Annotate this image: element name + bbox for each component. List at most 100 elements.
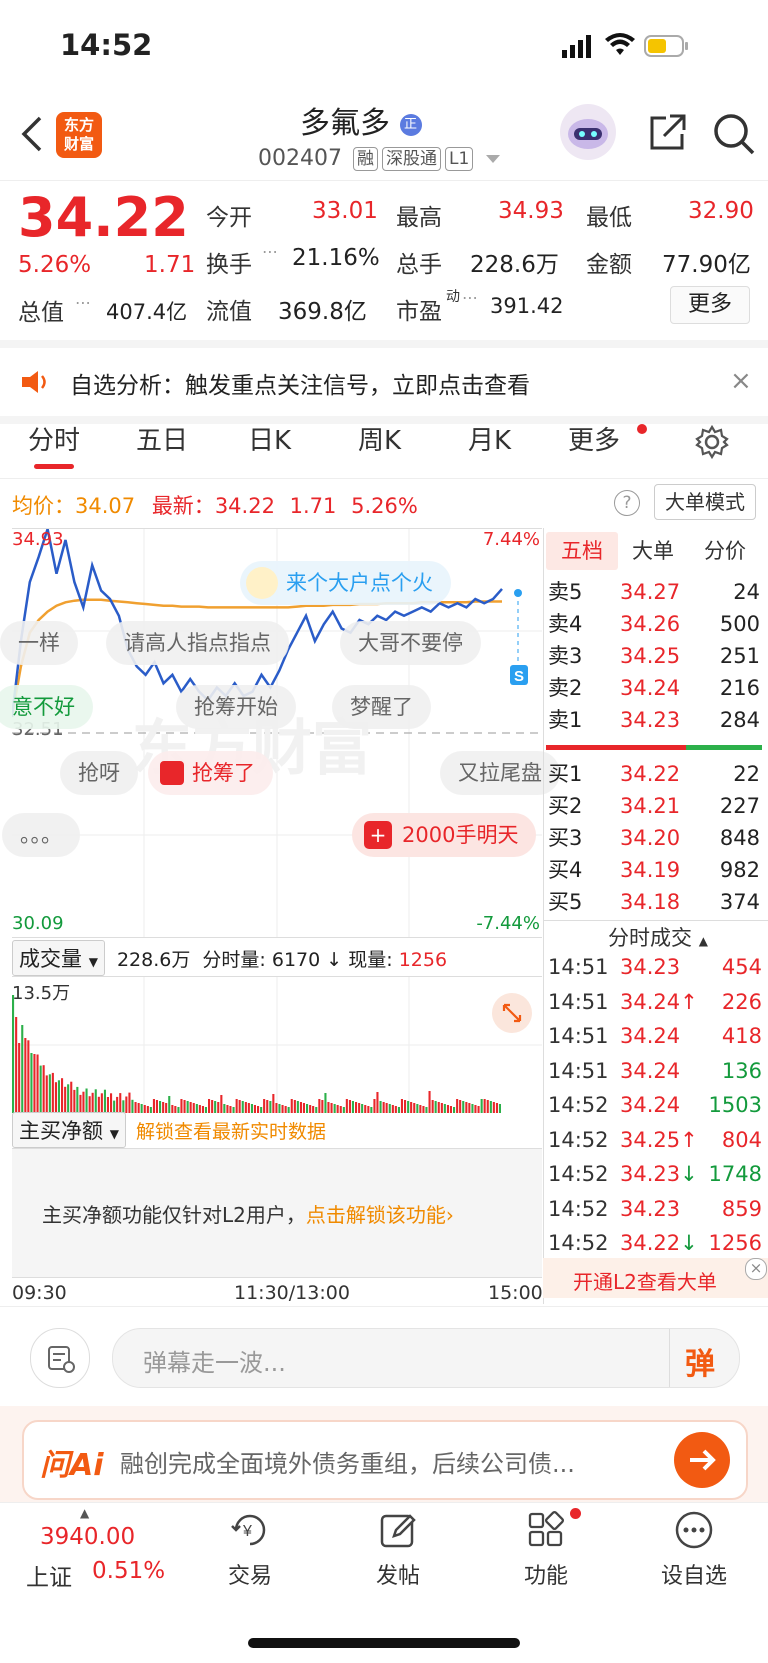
ask-volume: 216: [719, 676, 760, 700]
danmaku-bubble[interactable]: + 2000手明天: [352, 813, 537, 857]
trades-title-text: 分时成交: [608, 926, 692, 950]
ask-price: 34.25: [620, 644, 681, 668]
danmaku-bubble[interactable]: 抢呀: [60, 751, 138, 795]
index-pct: 0.51%: [92, 1558, 166, 1584]
volume-bar: [39, 1065, 42, 1113]
danmaku-bubble[interactable]: 请高人指点指点: [106, 621, 289, 665]
danmaku-input[interactable]: 弹幕走一波... 弹: [112, 1328, 740, 1388]
nav-trade[interactable]: ¥ 交易: [200, 1508, 300, 1590]
big-order-mode-button[interactable]: 大单模式: [654, 484, 756, 520]
info-icon[interactable]: ⋯: [462, 288, 478, 307]
caret-down-icon: ▼: [88, 955, 98, 969]
search-icon[interactable]: [712, 112, 756, 160]
trade-row: 14:51 34.24↑ 226: [548, 985, 762, 1019]
divider: [543, 920, 768, 921]
tab-more[interactable]: 更多: [568, 420, 620, 457]
expand-icon[interactable]: [492, 993, 532, 1033]
nav-post[interactable]: 发帖: [348, 1508, 448, 1590]
unlock-text[interactable]: 解锁查看最新实时数据: [136, 1121, 326, 1143]
danmaku-bubble[interactable]: 梦醒了: [332, 685, 431, 729]
volume-bar: [64, 1086, 67, 1113]
l2-banner-text: 开通L2查看大单: [573, 1270, 717, 1294]
orderbook-tab-big[interactable]: 大单: [632, 532, 674, 570]
share-icon[interactable]: [646, 112, 688, 158]
index-value: 3940.00: [40, 1524, 136, 1550]
ask-row[interactable]: 卖2 34.24 216: [548, 672, 760, 704]
volume-bar: [70, 1081, 73, 1113]
ai-bar[interactable]: 问Ai 融创完成全面境外债务重组，后续公司债...: [22, 1420, 748, 1500]
volume-selector[interactable]: 成交量 ▼: [12, 940, 105, 976]
caret-down-icon[interactable]: [486, 155, 501, 163]
ask-row[interactable]: 卖4 34.26 500: [548, 608, 760, 640]
pe-label: 市盈: [396, 299, 442, 325]
trade-price: 34.24: [620, 1088, 680, 1122]
l2-banner[interactable]: 开通L2查看大单 ×: [543, 1258, 768, 1298]
more-button[interactable]: 更多: [670, 286, 750, 324]
danmaku-bubble[interactable]: 大哥不要停: [340, 621, 481, 665]
danmaku-bubble[interactable]: 一样: [0, 621, 78, 665]
nav-add-watchlist[interactable]: 设自选: [644, 1508, 744, 1590]
volume-bar: [180, 1099, 183, 1113]
settings-icon[interactable]: [694, 424, 730, 464]
open-value: 33.01: [312, 198, 378, 224]
close-icon[interactable]: ×: [745, 1258, 767, 1280]
danmaku-bubble[interactable]: 抢筹开始: [176, 685, 296, 729]
danmaku-bubble[interactable]: 抢筹了: [148, 751, 273, 795]
nav-trade-label: 交易: [227, 1564, 272, 1589]
bid-row[interactable]: 买2 34.21 227: [548, 790, 760, 822]
stock-name: 多氟多: [300, 106, 390, 141]
volume-bar: [290, 1099, 293, 1113]
bid-row[interactable]: 买3 34.20 848: [548, 822, 760, 854]
danmaku-bubble[interactable]: 又拉尾盘: [440, 751, 560, 795]
more-circle-icon: [675, 1511, 713, 1549]
latest-label: 最新：: [151, 494, 215, 518]
info-icon[interactable]: ⋯: [262, 242, 278, 261]
net-buy-selector[interactable]: 主买净额 ▼: [12, 1112, 126, 1148]
danmaku-settings-icon[interactable]: [30, 1328, 90, 1388]
tab-monthly-k[interactable]: 月K: [468, 420, 511, 457]
net-buy-info-text: 主买净额功能仅针对L2用户，: [42, 1203, 306, 1227]
volume-chart[interactable]: 13.5万: [12, 976, 542, 1113]
info-icon[interactable]: ⋯: [75, 293, 91, 312]
tab-daily-k[interactable]: 日K: [248, 420, 291, 457]
danmaku-bubble[interactable]: 意不好: [0, 685, 93, 729]
tab-five-day[interactable]: 五日: [136, 420, 188, 457]
trades-title[interactable]: 分时成交 ▲: [608, 922, 708, 952]
close-icon[interactable]: ×: [730, 366, 752, 396]
trade-price: 34.23: [620, 1192, 680, 1226]
trade-volume: 1256: [708, 1231, 762, 1255]
ask-row[interactable]: 卖3 34.25 251: [548, 640, 760, 672]
bid-ask-ratio-bar: [546, 745, 762, 750]
send-danmaku-button[interactable]: 弹: [685, 1339, 715, 1383]
nav-function[interactable]: 功能: [496, 1508, 596, 1590]
unlock-link[interactable]: 点击解锁该功能: [306, 1203, 446, 1227]
bid-row[interactable]: 买1 34.22 22: [548, 758, 760, 790]
ask-row[interactable]: 卖5 34.27 24: [548, 576, 760, 608]
price-chart[interactable]: 东方财富 S 34.93 7.44% 32.51 30.09 -7.44% 来个…: [0, 528, 560, 938]
help-icon[interactable]: ?: [614, 490, 640, 516]
orderbook-tab-price[interactable]: 分价: [704, 532, 746, 570]
notice-bar[interactable]: 自选分析：触发重点关注信号，立即点击查看 ×: [0, 340, 768, 424]
arrow-right-icon[interactable]: [674, 1432, 730, 1488]
danmaku-bubble[interactable]: 。。。: [2, 813, 80, 857]
orderbook-tab-five[interactable]: 五档: [546, 532, 618, 570]
net-buy-panel: 主买净额功能仅针对L2用户，点击解锁该功能›: [12, 1148, 542, 1278]
index-ticker[interactable]: ▲ 3940.00 上证 0.51%: [22, 1506, 172, 1596]
notice-text[interactable]: 自选分析：触发重点关注信号，立即点击查看: [70, 366, 530, 400]
bid-row[interactable]: 买5 34.18 374: [548, 886, 760, 918]
bid-row[interactable]: 买4 34.19 982: [548, 854, 760, 886]
logo-text-1: 东方: [63, 116, 94, 134]
ai-logo: 问Ai: [40, 1448, 104, 1483]
volume-bar: [106, 1097, 109, 1113]
ask-label: 卖1: [548, 708, 583, 732]
danmaku-bubble[interactable]: 来个大户点个火: [240, 561, 451, 605]
tab-weekly-k[interactable]: 周K: [358, 420, 401, 457]
robot-avatar-icon[interactable]: [560, 104, 616, 160]
back-icon[interactable]: [18, 112, 48, 156]
ask-row[interactable]: 卖1 34.23 284: [548, 704, 760, 736]
high-value: 34.93: [498, 198, 564, 224]
tab-intraday[interactable]: 分时: [28, 420, 80, 457]
trade-price-value: 34.24: [620, 1024, 681, 1048]
trade-row: 14:52 34.23 859: [548, 1192, 762, 1226]
volume-bar: [263, 1099, 266, 1113]
